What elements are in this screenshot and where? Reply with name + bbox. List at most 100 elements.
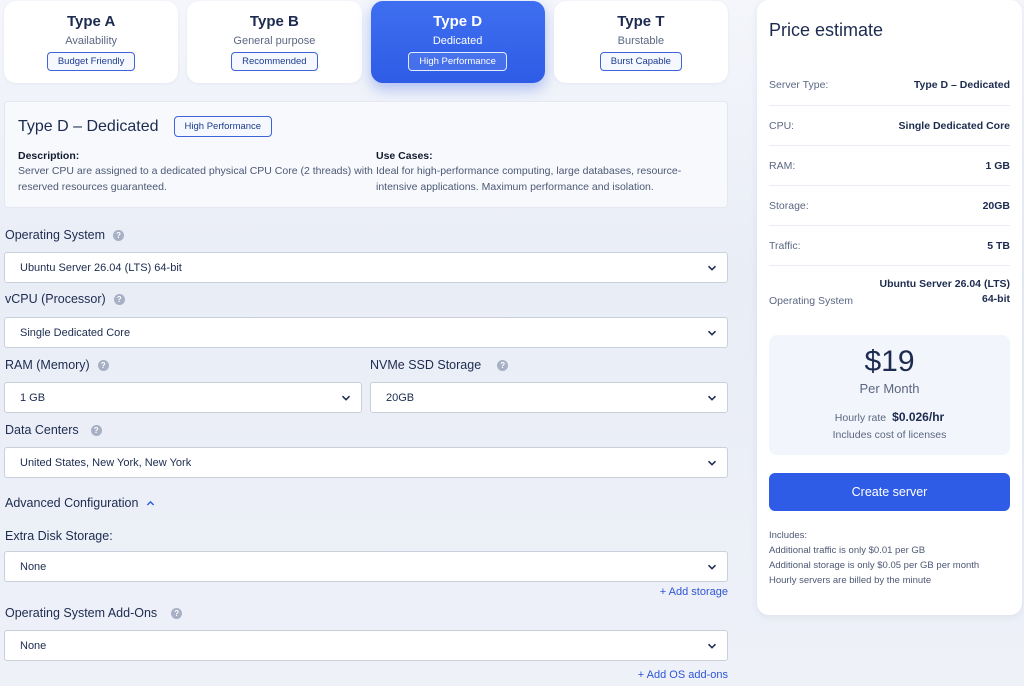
estimate-row-ram: RAM: 1 GB bbox=[769, 145, 1010, 185]
includes-item: Hourly servers are billed by the minute bbox=[769, 575, 932, 586]
monthly-price: $19 bbox=[864, 345, 915, 378]
plan-detail-title: Type D – Dedicated bbox=[18, 117, 159, 135]
estimate-value: 5 TB bbox=[987, 239, 1010, 252]
licenses-note: Includes cost of licenses bbox=[832, 429, 947, 441]
os-select-value: Ubuntu Server 26.04 (LTS) 64-bit bbox=[20, 261, 182, 274]
os-addons-select[interactable]: None bbox=[4, 630, 728, 661]
plan-card-type-b[interactable]: Type B General purpose Recommended bbox=[187, 1, 362, 83]
storage-label-text: NVMe SSD Storage bbox=[370, 358, 482, 372]
chevron-down-icon bbox=[707, 564, 717, 570]
plan-badge: Recommended bbox=[231, 52, 318, 71]
vcpu-label: vCPU (Processor) ? bbox=[5, 291, 125, 307]
extra-disk-select-value: None bbox=[20, 560, 47, 573]
advanced-config-label: Advanced Configuration bbox=[5, 496, 139, 510]
estimate-row-os: Operating System Ubuntu Server 26.04 (LT… bbox=[769, 265, 1010, 317]
estimate-value: Ubuntu Server 26.04 (LTS) 64-bit bbox=[879, 277, 1010, 307]
add-storage-link[interactable]: + Add storage bbox=[528, 586, 728, 598]
help-icon[interactable]: ? bbox=[113, 293, 125, 305]
estimate-key: Server Type: bbox=[769, 79, 829, 91]
advanced-config-toggle[interactable]: Advanced Configuration bbox=[5, 496, 155, 510]
plan-badge: Budget Friendly bbox=[46, 52, 136, 71]
vcpu-select[interactable]: Single Dedicated Core bbox=[4, 317, 728, 348]
os-label: Operating System ? bbox=[5, 227, 125, 243]
plan-subtitle: Burstable bbox=[617, 35, 665, 47]
storage-select-value: 20GB bbox=[386, 391, 415, 404]
description-text: Server CPU are assigned to a dedicated p… bbox=[18, 165, 373, 193]
vcpu-label-text: vCPU (Processor) bbox=[5, 292, 106, 306]
estimate-key: Operating System bbox=[769, 295, 854, 307]
os-addons-label-text: Operating System Add-Ons bbox=[5, 606, 158, 620]
includes-title: Includes: bbox=[769, 530, 808, 541]
plan-title: Type D bbox=[433, 13, 483, 30]
includes-list: Includes: Additional traffic is only $0.… bbox=[769, 528, 1010, 588]
plan-detail-badge: High Performance bbox=[173, 116, 273, 137]
per-month-label: Per Month bbox=[859, 381, 920, 396]
ram-label-text: RAM (Memory) bbox=[5, 358, 90, 372]
estimate-row-storage: Storage: 20GB bbox=[769, 185, 1010, 225]
estimate-key: RAM: bbox=[769, 159, 796, 172]
add-os-addons-link[interactable]: + Add OS add-ons bbox=[528, 669, 728, 681]
estimate-row-traffic: Traffic: 5 TB bbox=[769, 225, 1010, 265]
configurator: Type A Availability Budget Friendly Type… bbox=[4, 0, 728, 208]
chevron-down-icon bbox=[707, 265, 717, 271]
estimate-value: 1 GB bbox=[985, 159, 1010, 172]
plan-subtitle: Dedicated bbox=[432, 35, 483, 47]
plan-badge: Burst Capable bbox=[599, 52, 682, 71]
datacenter-select[interactable]: United States, New York, New York bbox=[4, 447, 728, 478]
plan-title: Type T bbox=[617, 13, 665, 30]
estimate-key: Traffic: bbox=[769, 239, 801, 252]
extra-disk-label-text: Extra Disk Storage: bbox=[5, 529, 113, 543]
estimate-key: CPU: bbox=[769, 119, 795, 132]
hourly-rate-value: $0.026/hr bbox=[892, 410, 945, 424]
includes-item: Additional traffic is only $0.01 per GB bbox=[769, 545, 926, 556]
plan-title: Type B bbox=[249, 13, 299, 30]
price-estimate-panel: Price estimate Server Type: Type D – Ded… bbox=[757, 0, 1022, 615]
ram-select-value: 1 GB bbox=[20, 391, 46, 404]
estimate-os-line2: 64-bit bbox=[981, 293, 1010, 305]
estimate-value: Type D – Dedicated bbox=[913, 79, 1010, 91]
extra-disk-select[interactable]: None bbox=[4, 551, 728, 582]
os-addons-select-value: None bbox=[20, 639, 47, 652]
chevron-down-icon bbox=[707, 643, 717, 649]
chevron-down-icon bbox=[341, 395, 351, 401]
plan-cards: Type A Availability Budget Friendly Type… bbox=[4, 1, 728, 83]
datacenter-label: Data Centers ? bbox=[5, 422, 102, 438]
chevron-down-icon bbox=[707, 460, 717, 466]
hourly-rate-label: Hourly rate bbox=[834, 412, 887, 424]
plan-card-type-d[interactable]: Type D Dedicated High Performance bbox=[370, 1, 545, 83]
plan-badge: High Performance bbox=[408, 52, 507, 71]
estimate-os-line1: Ubuntu Server 26.04 (LTS) bbox=[879, 278, 1010, 290]
help-icon[interactable]: ? bbox=[497, 359, 509, 371]
chevron-down-icon bbox=[707, 395, 717, 401]
price-box: $19 Per Month Hourly rate $0.026/hr Inclu… bbox=[769, 335, 1010, 455]
plan-subtitle: General purpose bbox=[233, 35, 316, 47]
help-icon[interactable]: ? bbox=[113, 229, 125, 241]
plan-card-type-a[interactable]: Type A Availability Budget Friendly bbox=[4, 1, 179, 83]
create-server-button[interactable]: Create server bbox=[769, 473, 1010, 511]
ram-select[interactable]: 1 GB bbox=[4, 382, 362, 413]
datacenter-select-value: United States, New York, New York bbox=[20, 456, 192, 469]
chevron-up-icon bbox=[147, 500, 155, 506]
plan-subtitle: Availability bbox=[65, 35, 118, 47]
storage-select[interactable]: 20GB bbox=[370, 382, 728, 413]
estimate-row-server-type: Server Type: Type D – Dedicated bbox=[769, 65, 1010, 105]
estimate-value: Single Dedicated Core bbox=[898, 119, 1010, 132]
chevron-down-icon bbox=[707, 330, 717, 336]
estimate-row-cpu: CPU: Single Dedicated Core bbox=[769, 105, 1010, 145]
os-select[interactable]: Ubuntu Server 26.04 (LTS) 64-bit bbox=[4, 252, 728, 283]
storage-label: NVMe SSD Storage ? bbox=[370, 357, 509, 373]
plan-title: Type A bbox=[66, 13, 116, 30]
hourly-rate: Hourly rate $0.026/hr bbox=[769, 410, 1010, 424]
plan-card-type-t[interactable]: Type T Burstable Burst Capable bbox=[553, 1, 728, 83]
os-addons-label: Operating System Add-Ons ? bbox=[5, 605, 183, 621]
vcpu-select-value: Single Dedicated Core bbox=[20, 326, 131, 339]
use-cases-text: Ideal for high-performance computing, la… bbox=[376, 165, 682, 193]
use-cases-label: Use Cases: bbox=[376, 150, 433, 162]
help-icon[interactable]: ? bbox=[171, 607, 183, 619]
estimate-key: Storage: bbox=[769, 199, 809, 212]
help-icon[interactable]: ? bbox=[90, 424, 102, 436]
estimate-value: 20GB bbox=[982, 199, 1010, 212]
datacenter-label-text: Data Centers bbox=[5, 423, 79, 437]
help-icon[interactable]: ? bbox=[97, 359, 109, 371]
price-estimate-title: Price estimate bbox=[769, 20, 884, 40]
